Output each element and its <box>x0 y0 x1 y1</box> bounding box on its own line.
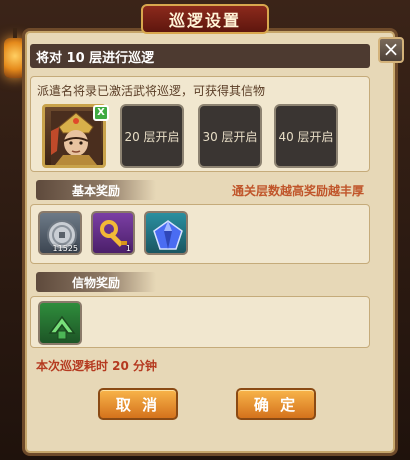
hero-slot-active[interactable]: X <box>42 104 109 168</box>
dialog-title: 巡逻设置 <box>168 11 241 30</box>
reward-item-relic[interactable] <box>38 301 82 345</box>
locked-slot-label: 40 层开启 <box>278 129 334 144</box>
close-button[interactable]: × <box>378 37 404 63</box>
basic-reward-tag: 基本奖励 <box>36 180 156 200</box>
locked-slot-label: 20 层开启 <box>124 129 180 144</box>
close-icon: × <box>382 37 400 61</box>
reward-item-silver[interactable]: 11525 <box>38 211 82 255</box>
layer-header: 将对 10 层进行巡逻 <box>30 44 370 68</box>
reward-hint: 通关层数越高奖励越丰厚 <box>232 184 365 198</box>
token-reward-tag: 信物奖励 <box>36 272 156 292</box>
dialog-title-plate: 巡逻设置 <box>141 4 269 34</box>
dispatch-description: 派遣名将录已激活武将巡逻，可获得其信物 <box>37 84 266 98</box>
locked-slot-40: 40 层开启 <box>274 104 338 168</box>
reward-item-gem[interactable] <box>144 211 188 255</box>
jade-relic-icon <box>48 315 76 340</box>
reward-item-key[interactable]: 1 <box>91 211 135 255</box>
locked-slot-label: 30 层开启 <box>202 129 258 144</box>
item-quantity: 1 <box>125 244 131 253</box>
patrol-duration: 本次巡逻耗时 20 分钟 <box>36 359 158 373</box>
item-quantity: 11525 <box>52 244 78 253</box>
locked-slot-30: 30 层开启 <box>198 104 262 168</box>
confirm-button[interactable]: 确 定 <box>236 388 316 420</box>
layer-header-text: 将对 10 层进行巡逻 <box>36 50 155 66</box>
blue-gem-icon <box>153 220 183 250</box>
locked-slot-20: 20 层开启 <box>120 104 184 168</box>
cancel-button[interactable]: 取 消 <box>98 388 178 420</box>
hero-active-badge: X <box>93 105 109 121</box>
